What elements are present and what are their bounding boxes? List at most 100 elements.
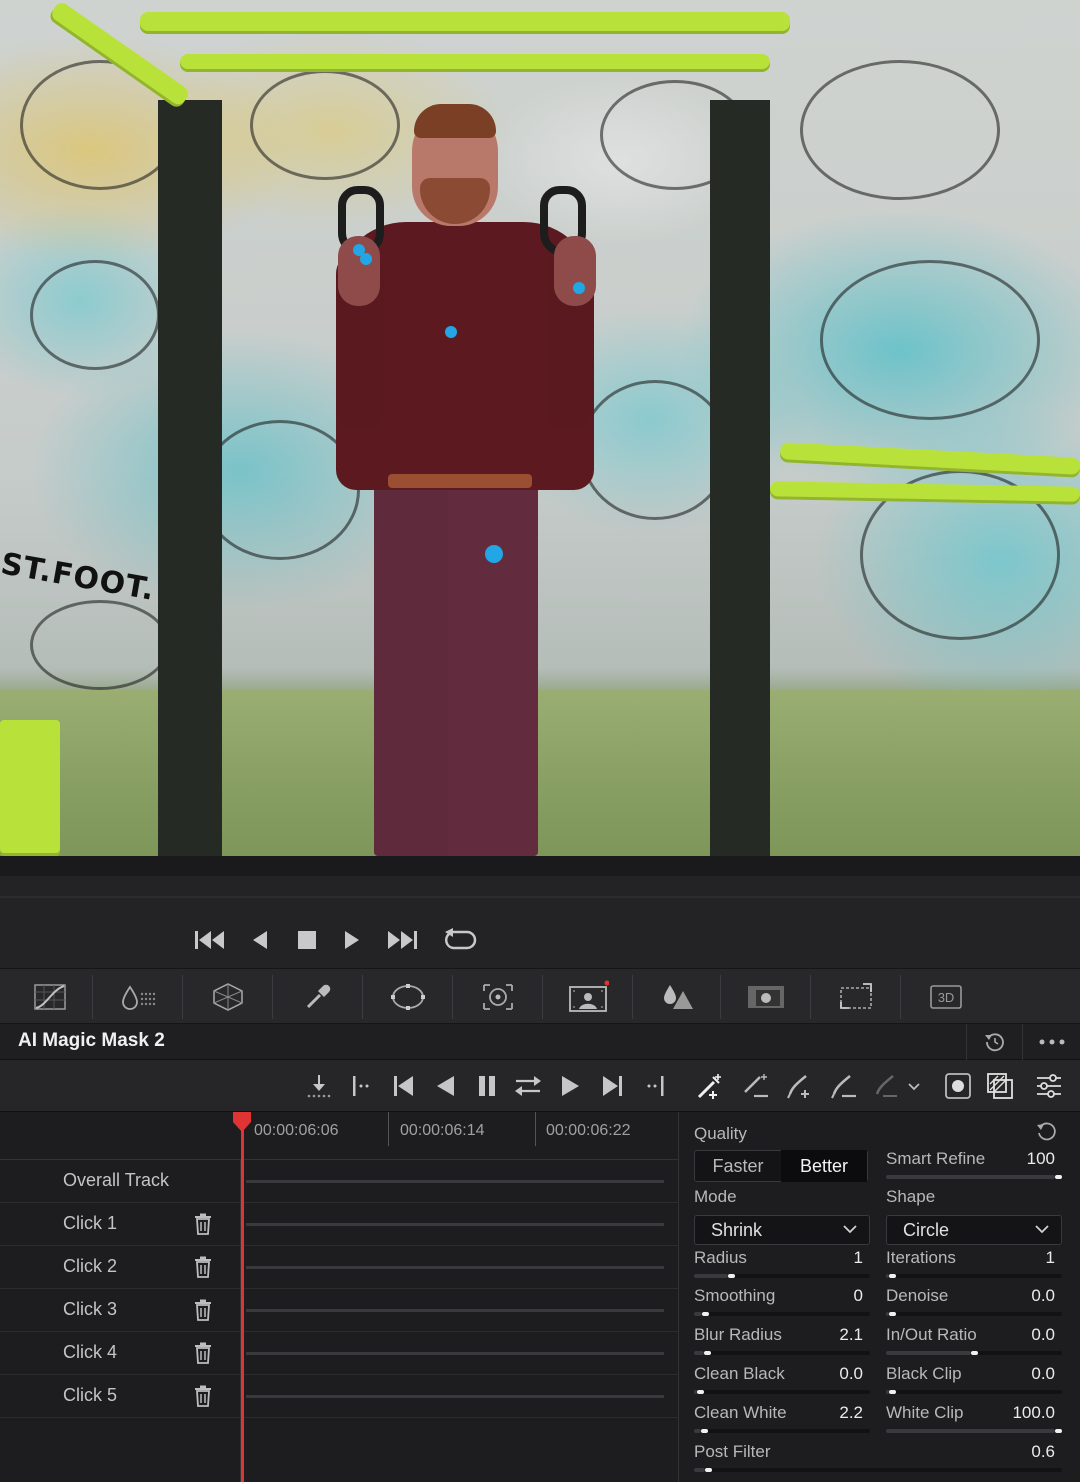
smoothing-slider[interactable] [694,1312,870,1316]
window-palette-button[interactable] [380,969,436,1025]
track-lane[interactable] [246,1395,664,1398]
post-filter-value[interactable]: 0.6 [979,1442,1055,1462]
slider-handle[interactable] [889,1390,897,1394]
shape-dropdown[interactable]: Circle [886,1215,1062,1245]
subtract-stroke-button[interactable] [828,1070,860,1102]
track-row-click-2[interactable]: Click 2 [0,1246,678,1289]
trash-icon[interactable] [194,1385,214,1407]
track-lane[interactable] [246,1352,664,1355]
key-palette-button[interactable] [738,969,794,1025]
mask-click-point-3[interactable] [573,282,585,294]
iterations-slider[interactable] [886,1274,1062,1278]
add-stroke-button[interactable] [784,1070,816,1102]
clean-black-slider[interactable] [694,1390,870,1394]
radius-value[interactable]: 1 [789,1248,863,1268]
color-warper-mesh-palette-button[interactable] [200,969,256,1025]
magic-mask-palette-button[interactable] [560,969,616,1025]
track-row-click-3[interactable]: Click 3 [0,1289,678,1332]
track-lane[interactable] [246,1180,664,1183]
tracker-palette-button[interactable] [470,969,526,1025]
slider-handle[interactable] [700,1429,708,1433]
blur-radius-value[interactable]: 2.1 [789,1325,863,1345]
track-forward-button[interactable] [556,1070,586,1102]
slider-handle[interactable] [1055,1175,1062,1179]
blur-palette-button[interactable] [650,969,706,1025]
trash-icon[interactable] [194,1213,214,1235]
track-lane[interactable] [246,1223,664,1226]
3d-palette-button[interactable]: 3D [918,969,974,1025]
iterations-value[interactable]: 1 [979,1248,1055,1268]
clean-white-value[interactable]: 2.2 [789,1403,863,1423]
white-clip-slider[interactable] [886,1429,1062,1433]
blur-radius-slider[interactable] [694,1351,870,1355]
stroke-mode-dropdown[interactable] [872,1070,924,1102]
in-out-ratio-value[interactable]: 0.0 [979,1325,1055,1345]
panel-options-button[interactable] [1022,1024,1080,1060]
play-button[interactable] [342,926,362,954]
settings-toggle-button[interactable] [1032,1070,1066,1102]
mask-click-point-5[interactable] [485,545,503,563]
white-clip-value[interactable]: 100.0 [979,1403,1055,1423]
smart-refine-value[interactable]: 100 [979,1149,1055,1169]
qualifier-palette-button[interactable] [290,969,346,1025]
trash-icon[interactable] [194,1256,214,1278]
panel-reset-button[interactable] [966,1024,1022,1060]
skip-to-end-button[interactable] [386,926,418,954]
track-row-overall[interactable]: Overall Track [0,1160,678,1203]
track-reverse-button[interactable] [430,1070,460,1102]
mask-click-point-2[interactable] [360,253,372,265]
playhead-line[interactable] [241,1112,244,1482]
slider-handle[interactable] [1055,1429,1062,1433]
slider-handle[interactable] [889,1312,897,1316]
trash-icon[interactable] [194,1299,214,1321]
mode-dropdown[interactable]: Shrink [694,1215,870,1245]
track-backward-frame-step-button[interactable] [304,1070,334,1102]
sizing-palette-button[interactable] [828,969,884,1025]
mark-in-button[interactable] [346,1070,376,1102]
track-lane[interactable] [246,1266,664,1269]
pause-tracking-button[interactable] [472,1070,502,1102]
black-clip-value[interactable]: 0.0 [979,1364,1055,1384]
skip-to-start-button[interactable] [194,926,226,954]
color-warper-palette-button[interactable] [110,969,166,1025]
smoothing-value[interactable]: 0 [789,1286,863,1306]
clean-black-value[interactable]: 0.0 [789,1364,863,1384]
video-viewer[interactable]: ST.FOOT. [0,0,1080,856]
slider-handle[interactable] [704,1468,712,1472]
smart-refine-slider[interactable] [886,1175,1062,1179]
clean-white-slider[interactable] [694,1429,870,1433]
mark-out-button[interactable] [640,1070,670,1102]
reset-settings-button[interactable] [1035,1120,1061,1146]
track-bidirectional-button[interactable] [512,1070,544,1102]
stop-button[interactable] [296,926,318,954]
slider-handle[interactable] [697,1390,705,1394]
loop-button[interactable] [442,926,478,954]
quality-option-faster[interactable]: Faster [695,1150,781,1182]
quality-option-better[interactable]: Better [781,1150,867,1182]
mask-click-point-4[interactable] [445,326,457,338]
play-reverse-button[interactable] [250,926,270,954]
track-row-click-5[interactable]: Click 5 [0,1375,678,1418]
slider-handle[interactable] [970,1351,978,1355]
track-row-click-4[interactable]: Click 4 [0,1332,678,1375]
slider-handle[interactable] [889,1274,897,1278]
post-filter-slider[interactable] [694,1468,1062,1472]
show-overlay-button[interactable] [942,1070,974,1102]
timeline-ruler[interactable]: 00:00:06:06 00:00:06:14 00:00:06:22 [0,1112,678,1160]
subtract-click-stroke-button[interactable] [740,1070,772,1102]
slider-handle[interactable] [727,1274,735,1278]
radius-slider[interactable] [694,1274,870,1278]
curves-palette-button[interactable] [22,969,78,1025]
go-to-first-frame-button[interactable] [388,1070,418,1102]
track-row-click-1[interactable]: Click 1 [0,1203,678,1246]
trash-icon[interactable] [194,1342,214,1364]
denoise-slider[interactable] [886,1312,1062,1316]
go-to-last-frame-button[interactable] [598,1070,628,1102]
slider-handle[interactable] [702,1312,710,1316]
in-out-ratio-slider[interactable] [886,1351,1062,1355]
denoise-value[interactable]: 0.0 [979,1286,1055,1306]
playhead-handle[interactable] [231,1112,253,1132]
black-clip-slider[interactable] [886,1390,1062,1394]
mask-overlay-toggle-button[interactable] [984,1070,1016,1102]
slider-handle[interactable] [704,1351,712,1355]
